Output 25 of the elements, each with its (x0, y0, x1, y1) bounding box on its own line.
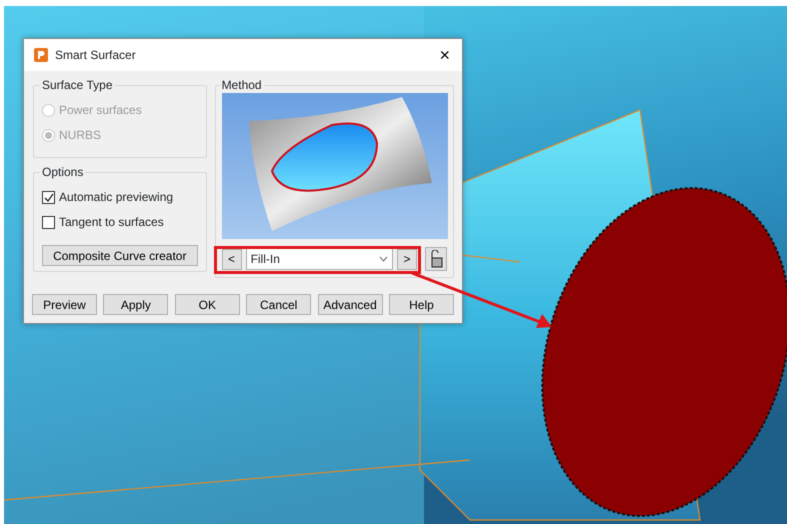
caret-icon (379, 256, 388, 262)
dialog-button[interactable]: Preview (32, 294, 97, 315)
dialog-button[interactable]: Advanced (318, 294, 383, 315)
checkbox[interactable] (42, 216, 55, 228)
dialog-button[interactable]: Apply (103, 294, 168, 315)
next-button[interactable]: > (397, 248, 417, 270)
method-value: Fill-In (250, 251, 280, 268)
close-button[interactable]: × (437, 46, 452, 64)
group-title: Options (41, 166, 84, 178)
method-dropdown[interactable]: Fill-In (246, 248, 393, 270)
dialog-button[interactable]: OK (174, 294, 240, 315)
radio-label: Power surfaces (59, 102, 142, 119)
checkbox-label: Tangent to surfaces (59, 214, 164, 231)
previous-button[interactable]: < (222, 248, 242, 270)
window-title: Smart Surfacer (55, 47, 136, 64)
checkbox-label: Automatic previewing (59, 189, 174, 206)
dialog-button[interactable]: Help (388, 294, 454, 315)
group-title: Surface Type (41, 79, 114, 91)
checkbox[interactable] (42, 190, 55, 204)
radio-label: NURBS (59, 127, 102, 144)
group-title: Method (220, 79, 263, 91)
dialog-button[interactable]: Cancel (246, 294, 312, 315)
composite-curve-button[interactable]: Composite Curve creator (42, 245, 198, 266)
app-logo-icon (34, 48, 48, 62)
bucket-tool-button[interactable] (425, 247, 447, 271)
